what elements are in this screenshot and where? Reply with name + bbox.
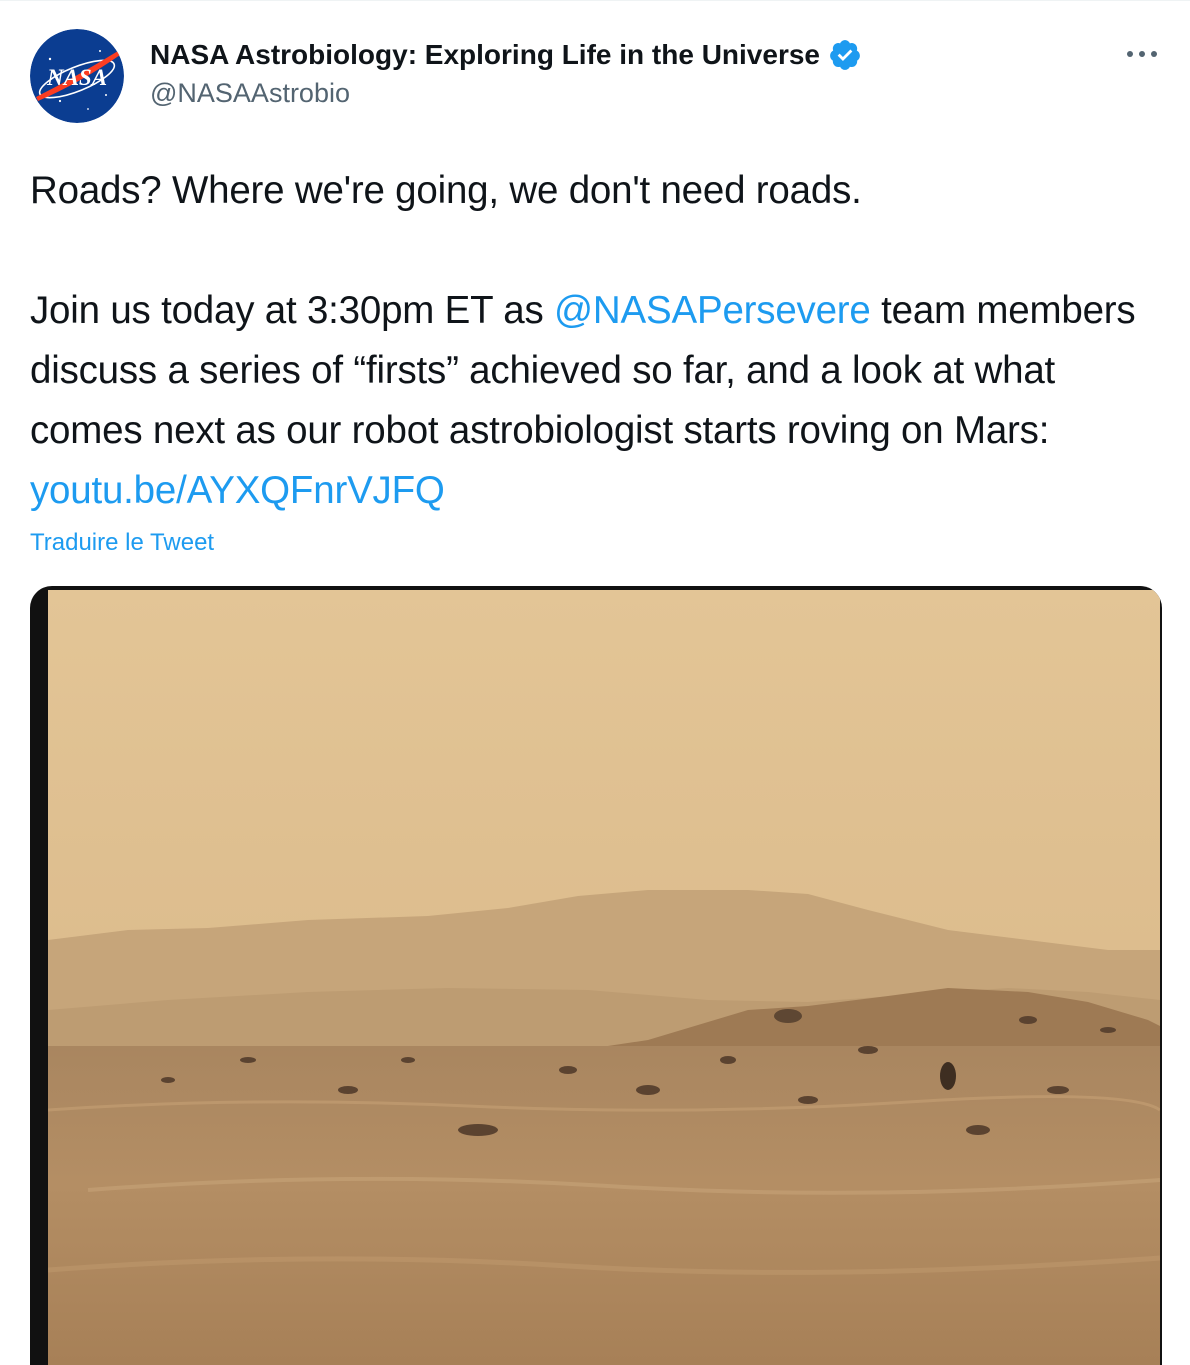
- author-handle[interactable]: @NASAAstrobio: [150, 75, 862, 111]
- tweet-media-image[interactable]: [30, 586, 1162, 1365]
- display-name[interactable]: NASA Astrobiology: Exploring Life in the…: [150, 37, 820, 73]
- more-horizontal-icon: [1127, 51, 1157, 57]
- author-block: NASA Astrobiology: Exploring Life in the…: [150, 37, 862, 111]
- avatar-logo-text: NASA: [46, 65, 107, 90]
- mars-landscape-image: [48, 590, 1160, 1365]
- tweet-card: NASA NASA Astrobiology: Exploring Life i…: [0, 0, 1190, 1365]
- mention-link[interactable]: @NASAPersevere: [554, 289, 871, 332]
- tweet-text: Roads? Where we're going, we don't need …: [30, 161, 1160, 521]
- translate-tweet-link[interactable]: Traduire le Tweet: [30, 527, 214, 559]
- tweet-paragraph-2: Join us today at 3:30pm ET as @NASAPerse…: [30, 281, 1160, 521]
- tweet-join-prefix: Join us today at 3:30pm ET as: [30, 289, 555, 332]
- more-options-button[interactable]: [1124, 39, 1160, 69]
- avatar[interactable]: NASA: [30, 29, 124, 123]
- tweet-line-1: Roads? Where we're going, we don't need …: [30, 169, 862, 212]
- nasa-logo-icon: NASA: [30, 29, 124, 123]
- verified-badge-icon: [828, 38, 862, 72]
- author-name-row[interactable]: NASA Astrobiology: Exploring Life in the…: [150, 37, 862, 73]
- youtube-link[interactable]: youtu.be/AYXQFnrVJFQ: [30, 469, 445, 512]
